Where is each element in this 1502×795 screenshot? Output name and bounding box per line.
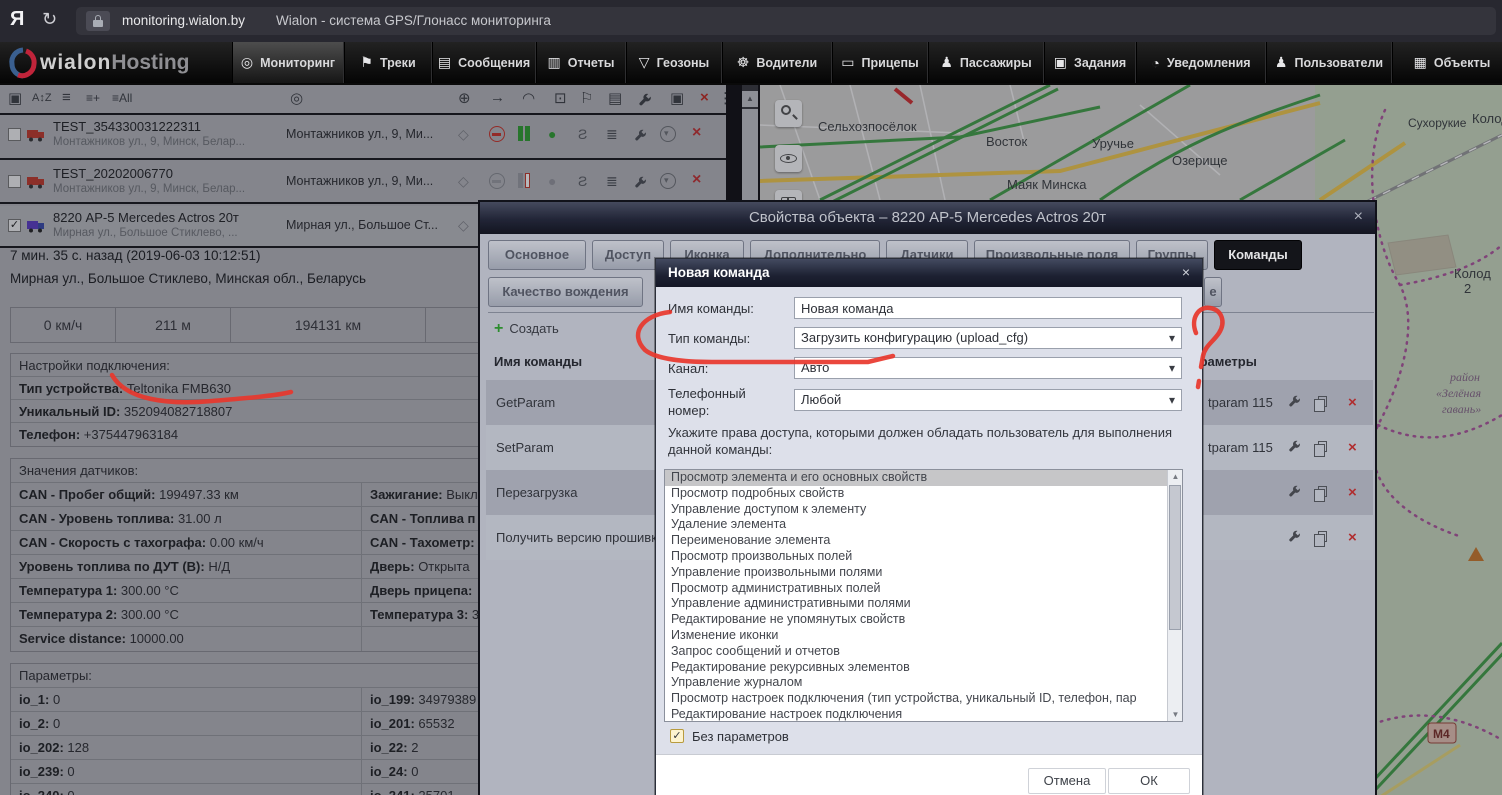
phone-label: Телефонный номер: xyxy=(668,385,780,419)
command-type-select[interactable]: Загрузить конфигурацию (upload_cfg)▾ xyxy=(794,327,1182,349)
page-title: Wialon - система GPS/Глонасс мониторинга xyxy=(276,13,551,28)
report-icon: ▥ xyxy=(548,54,561,71)
nav-tab-geofences[interactable]: ▽Геозоны xyxy=(626,42,722,83)
geofence-icon: ▽ xyxy=(639,54,650,71)
access-right-item[interactable]: Удаление элемента xyxy=(665,517,1182,533)
access-right-item[interactable]: Просмотр административных полей xyxy=(665,581,1182,597)
nav-tab-tracks[interactable]: ⚑Треки xyxy=(344,42,432,83)
access-right-item[interactable]: Переименование элемента xyxy=(665,533,1182,549)
access-right-item[interactable]: Редактирование рекурсивных элементов xyxy=(665,660,1182,676)
command-name-label: Имя команды: xyxy=(668,301,754,316)
nav-tab-reports[interactable]: ▥Отчеты xyxy=(536,42,626,83)
app-screen: ▣ A↕Z ≡ ≡+ ≡All ◎ ⊕ → ◠ ⊡ ⚐ ▤ ▣ × ⋮ TEST… xyxy=(0,0,1502,795)
no-parameters-label: Без параметров xyxy=(692,729,789,744)
nav-tab-jobs[interactable]: ▣Задания xyxy=(1044,42,1136,83)
passenger-icon: ♟ xyxy=(940,54,953,71)
channel-label: Канал: xyxy=(668,361,708,376)
url-text[interactable]: monitoring.wialon.by xyxy=(122,13,245,28)
access-right-item[interactable]: Управление произвольными полями xyxy=(665,565,1182,581)
access-right-item[interactable]: Управление административными полями xyxy=(665,596,1182,612)
scroll-up-icon[interactable]: ▲ xyxy=(1168,470,1183,483)
nav-tab-passengers[interactable]: ♟Пассажиры xyxy=(928,42,1044,83)
channel-select[interactable]: Авто▾ xyxy=(794,357,1182,379)
phone-select[interactable]: Любой▾ xyxy=(794,389,1182,411)
access-rights-hint: Укажите права доступа, которыми должен о… xyxy=(668,425,1192,458)
refresh-icon[interactable]: ↻ xyxy=(42,9,57,30)
browser-logo[interactable]: Я xyxy=(10,8,24,31)
nav-tabs: ◎Мониторинг ⚑Треки ▤Сообщения ▥Отчеты ▽Г… xyxy=(232,42,1502,83)
nav-bar: wialonHosting ◎Мониторинг ⚑Треки ▤Сообще… xyxy=(0,42,1502,85)
dialog-title: Новая команда xyxy=(656,259,1202,287)
chevron-down-icon: ▾ xyxy=(1169,390,1175,410)
chevron-down-icon: ▾ xyxy=(1169,328,1175,348)
new-command-dialog: Новая команда × Имя команды: Тип команды… xyxy=(655,258,1203,795)
nav-tab-monitoring[interactable]: ◎Мониторинг xyxy=(232,42,344,83)
access-rights-listbox[interactable]: Просмотр элемента и его основных свойств… xyxy=(664,469,1183,722)
nav-tab-drivers[interactable]: ☸Водители xyxy=(722,42,832,83)
truck-icon: ▦ xyxy=(1414,54,1427,71)
ok-button[interactable]: ОК xyxy=(1108,768,1190,794)
listbox-scrollbar[interactable]: ▲ ▼ xyxy=(1167,470,1182,721)
browser-bar: Я ↻ monitoring.wialon.by Wialon - систем… xyxy=(0,0,1502,42)
access-right-item[interactable]: Управление журналом xyxy=(665,675,1182,691)
steering-wheel-icon: ☸ xyxy=(737,54,750,71)
command-name-input[interactable] xyxy=(794,297,1182,319)
lock-icon[interactable] xyxy=(86,11,110,31)
flag-icon: ⚑ xyxy=(360,54,373,71)
user-icon: ♟ xyxy=(1275,54,1288,71)
dialog-close-icon[interactable]: × xyxy=(1182,259,1190,287)
scroll-down-icon[interactable]: ▼ xyxy=(1168,708,1183,721)
nav-tab-messages[interactable]: ▤Сообщения xyxy=(432,42,536,83)
access-right-item[interactable]: Просмотр подробных свойств xyxy=(665,486,1182,502)
nav-tab-notifications[interactable]: ◔Уведомления xyxy=(1136,42,1266,83)
no-parameters-checkbox[interactable]: ✓ xyxy=(670,729,684,743)
alarm-clock-icon: ◔ xyxy=(1151,55,1159,71)
chevron-down-icon: ▾ xyxy=(1169,358,1175,378)
globe-icon: ◎ xyxy=(241,54,253,71)
access-right-item[interactable]: Запрос сообщений и отчетов xyxy=(665,644,1182,660)
address-bar[interactable]: monitoring.wialon.by Wialon - система GP… xyxy=(76,7,1496,35)
access-right-item[interactable]: Редактирование не упомянутых свойств xyxy=(665,612,1182,628)
wialon-swirl-icon xyxy=(6,47,40,79)
access-right-item[interactable]: Редактирование настроек подключения xyxy=(665,707,1182,722)
nav-tab-users[interactable]: ♟Пользователи xyxy=(1266,42,1392,83)
dialog-footer: Отмена ОК xyxy=(656,754,1202,795)
command-type-label: Тип команды: xyxy=(668,331,750,346)
access-right-item[interactable]: Управление доступом к элементу xyxy=(665,502,1182,518)
access-right-item[interactable]: Просмотр произвольных полей xyxy=(665,549,1182,565)
cancel-button[interactable]: Отмена xyxy=(1028,768,1106,794)
trailer-icon: ▭ xyxy=(841,54,854,71)
access-right-item[interactable]: Просмотр настроек подключения (тип устро… xyxy=(665,691,1182,707)
wialon-logo: wialonHosting xyxy=(6,47,190,79)
nav-tab-units[interactable]: ▦Объекты xyxy=(1392,42,1502,83)
scroll-thumb[interactable] xyxy=(1169,485,1181,630)
checkbox-icon: ▣ xyxy=(1054,54,1067,71)
access-right-item[interactable]: Изменение иконки xyxy=(665,628,1182,644)
access-right-item-selected[interactable]: Просмотр элемента и его основных свойств xyxy=(665,470,1182,486)
messages-icon: ▤ xyxy=(438,54,451,71)
nav-tab-trailers[interactable]: ▭Прицепы xyxy=(832,42,928,83)
